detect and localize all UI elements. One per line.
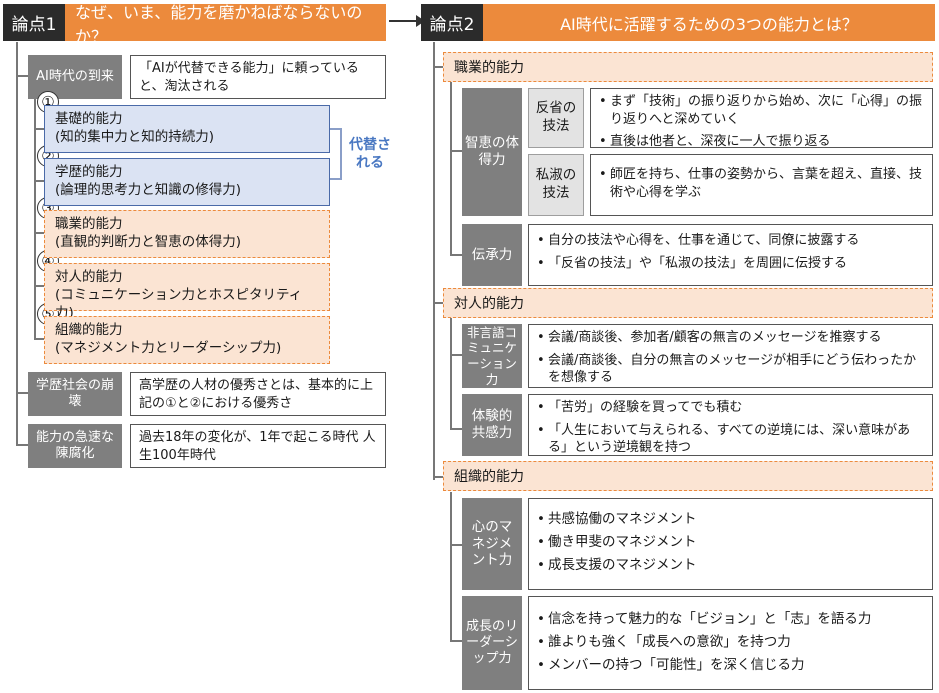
management-label: 心のマネジメント力 xyxy=(462,498,522,590)
reflection-points: まず「技術」の振り返りから始め、次に「心得」の振り返りへと深めていく 直後は他者… xyxy=(590,88,933,151)
connector xyxy=(433,302,443,304)
section-organizational: 組織的能力 xyxy=(443,461,933,491)
connector xyxy=(450,82,452,256)
section-professional: 職業的能力 xyxy=(443,52,933,82)
right-title: AI時代に活躍するための3つの能力とは？ xyxy=(483,4,935,41)
ability-detail: (知的集中力と知的持続力) xyxy=(55,129,215,146)
bullet-item: 会議/商談後、参加者/顧客の無言のメッセージを推察する xyxy=(537,329,924,347)
bullet-item: 成長支援のマネジメント xyxy=(537,556,924,574)
replaced-note: 代替される xyxy=(349,137,391,172)
bullet-item: 「反省の技法」や「私淑の技法」を周囲に伝授する xyxy=(537,255,924,273)
bullet-item: 働き甲斐のマネジメント xyxy=(537,533,924,551)
empathy-label: 体験的共感力 xyxy=(462,394,522,456)
connector xyxy=(450,640,462,642)
left-tag: 論点1 xyxy=(3,4,65,41)
bullet-item: 自分の技法や心得を、仕事を通じて、同僚に披露する xyxy=(537,232,924,250)
apprentice-label: 私淑の技法 xyxy=(528,154,584,216)
left-tree-trunk xyxy=(16,42,18,446)
ability-organizational: 組織的能力 (マネジメント力とリーダーシップ力) xyxy=(44,316,330,364)
connector xyxy=(450,492,452,642)
connector xyxy=(16,392,28,394)
nonverbal-points: 会議/商談後、参加者/顧客の無言のメッセージを推察する 会議/商談後、自分の無言… xyxy=(528,324,933,388)
ability-name: 基礎的能力 xyxy=(55,111,123,127)
connector xyxy=(450,544,462,546)
reflection-label: 反省の技法 xyxy=(528,88,584,148)
connector xyxy=(34,180,44,182)
right-tree-trunk xyxy=(433,42,435,480)
bullet-item: 師匠を持ち、仕事の姿勢から、言葉を超え、直接、技術や心得を学ぶ xyxy=(599,166,924,201)
leadership-points: 信念を持って魅力的な「ビジョン」と「志」を語る力 誰よりも強く「成長への意欲」を… xyxy=(528,596,933,690)
ability-name: 学歴的能力 xyxy=(55,164,123,180)
bullet-item: まず「技術」の振り返りから始め、次に「心得」の振り返りへと深めていく xyxy=(599,93,924,128)
ability-professional: 職業的能力 (直観的判断力と智恵の体得力) xyxy=(44,210,330,258)
bullet-item: 会議/商談後、自分の無言のメッセージが相手にどう伝わったかを想像する xyxy=(537,352,924,387)
connector xyxy=(34,128,44,130)
ability-academic: 学歴的能力 (論理的思考力と知識の修得力) xyxy=(44,158,330,206)
education-society-text: 高学歴の人材の優秀さとは、基本的に上記の①と②における優秀さ xyxy=(130,372,386,416)
management-points: 共感協働のマネジメント 働き甲斐のマネジメント 成長支援のマネジメント xyxy=(528,498,933,590)
left-title: なぜ、いま、能力を磨かねばならないのか？ xyxy=(65,3,386,46)
nonverbal-label: 非言語コミュニケーション力 xyxy=(462,324,522,388)
apprentice-points: 師匠を持ち、仕事の姿勢から、言葉を超え、直接、技術や心得を学ぶ xyxy=(590,154,933,216)
connector xyxy=(34,285,44,287)
connector xyxy=(433,476,443,478)
obsolescence-label: 能力の急速な陳腐化 xyxy=(28,424,122,468)
replaced-bracket xyxy=(330,128,342,180)
ability-tree-line xyxy=(34,98,36,340)
bullet-item: 直後は他者と、深夜に一人で振り返る xyxy=(599,133,924,151)
ability-name: 対人的能力 xyxy=(55,269,123,285)
ability-name: 職業的能力 xyxy=(55,216,123,232)
connector xyxy=(450,428,462,430)
ai-era-text: 「AIが代替できる能力」に頼っていると、淘汰される xyxy=(130,55,386,99)
empathy-points: 「苦労」の経験を買ってでも積む 「人生において与えられる、すべての逆境には、深い… xyxy=(528,394,933,456)
connector xyxy=(34,338,44,340)
bullet-item: 信念を持って魅力的な「ビジョン」と「志」を語る力 xyxy=(537,610,924,628)
education-society-label: 学歴社会の崩壊 xyxy=(28,372,122,416)
ability-basic: 基礎的能力 (知的集中力と知的持続力) xyxy=(44,105,330,153)
arrow-line xyxy=(389,20,419,22)
ability-detail: (直観的判断力と智恵の体得力) xyxy=(55,234,242,251)
connector xyxy=(450,150,462,152)
transmission-label: 伝承力 xyxy=(462,224,522,286)
connector xyxy=(450,254,462,256)
bullet-item: メンバーの持つ「可能性」を深く信じる力 xyxy=(537,656,924,674)
connector xyxy=(16,75,28,77)
connector xyxy=(450,318,452,430)
connector xyxy=(34,232,44,234)
connector xyxy=(450,354,462,356)
obsolescence-text: 過去18年の変化が、1年で起こる時代 人生100年時代 xyxy=(130,424,386,468)
transmission-points: 自分の技法や心得を、仕事を通じて、同僚に披露する 「反省の技法」や「私淑の技法」… xyxy=(528,224,933,286)
ability-interpersonal: 対人的能力 (コミュニケーション力とホスピタリティ力) xyxy=(44,263,330,321)
connector xyxy=(16,444,28,446)
bullet-item: 「苦労」の経験を買ってでも積む xyxy=(537,399,924,417)
leadership-label: 成長のリーダーシップ力 xyxy=(462,596,522,690)
bullet-item: 共感協働のマネジメント xyxy=(537,510,924,528)
section-interpersonal: 対人的能力 xyxy=(443,288,933,318)
bullet-item: 誰よりも強く「成長への意欲」を持つ力 xyxy=(537,633,924,651)
wisdom-label: 智恵の体得力 xyxy=(462,88,522,216)
connector xyxy=(433,66,443,68)
right-tag: 論点2 xyxy=(421,4,483,41)
ability-detail: (マネジメント力とリーダーシップ力) xyxy=(55,340,282,357)
ability-detail: (論理的思考力と知識の修得力) xyxy=(55,182,242,199)
ability-name: 組織的能力 xyxy=(55,322,123,338)
bullet-item: 「人生において与えられる、すべての逆境には、深い意味がある」という逆境観を持つ xyxy=(537,422,924,457)
